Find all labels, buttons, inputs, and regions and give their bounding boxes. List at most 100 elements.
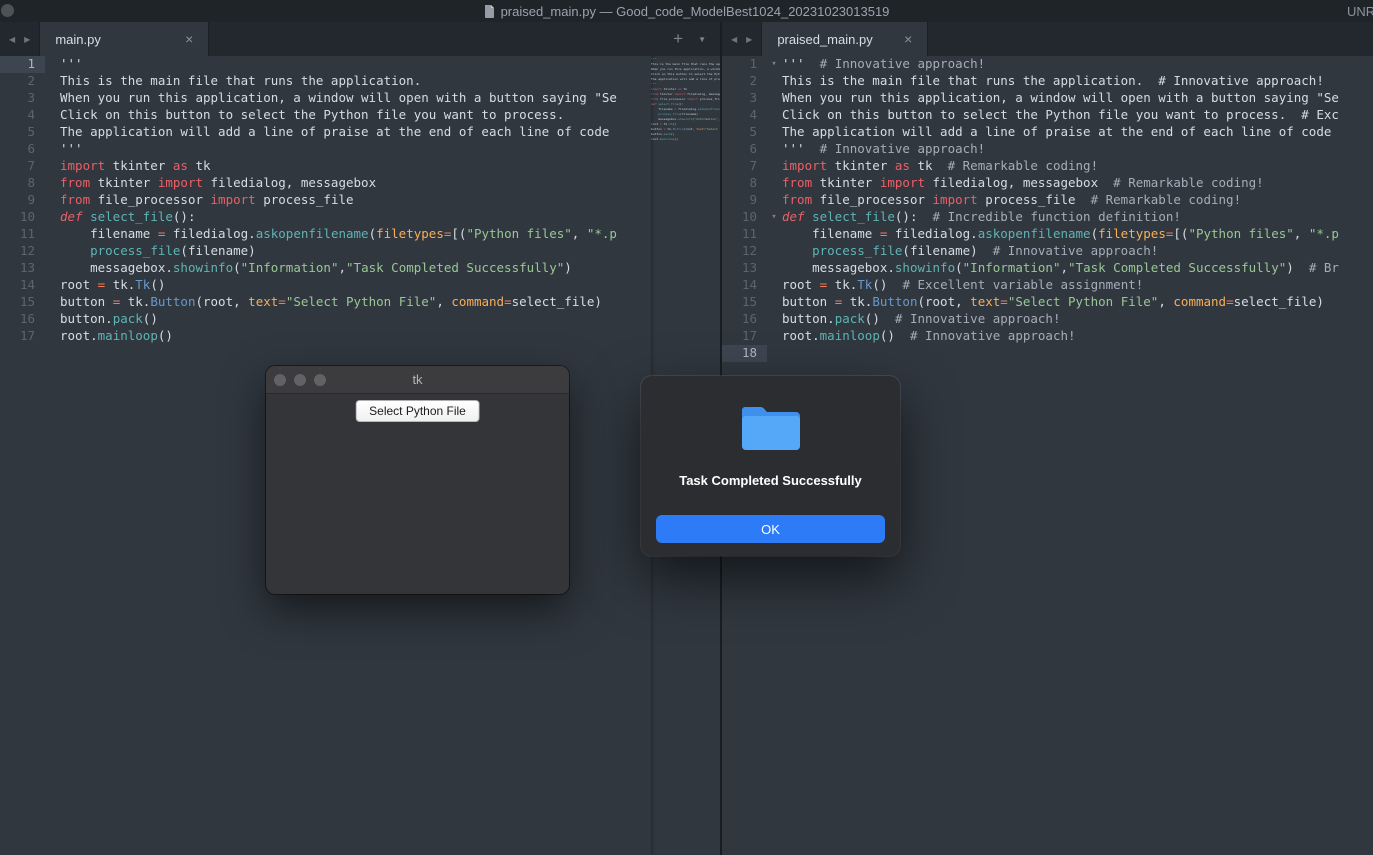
ok-button[interactable]: OK <box>656 515 885 543</box>
window-control-button[interactable] <box>1 4 14 17</box>
history-forward-icon[interactable]: ▶ <box>24 35 30 44</box>
tab-dropdown-button[interactable]: ▼ <box>698 35 706 44</box>
line-number[interactable]: 17 <box>722 328 767 345</box>
tab-main-py[interactable]: main.py × <box>39 22 209 56</box>
close-tab-icon[interactable]: × <box>896 32 912 46</box>
line-number[interactable]: 5 <box>0 124 45 141</box>
line-number[interactable]: 10▾ <box>722 209 767 226</box>
history-back-icon[interactable]: ◀ <box>9 35 15 44</box>
code-line[interactable]: process_file(filename) <box>60 243 720 260</box>
line-number[interactable]: 1 <box>0 56 45 73</box>
tabbar-right: ◀ ▶ praised_main.py × <box>722 22 1373 56</box>
line-number[interactable]: 2 <box>722 73 767 90</box>
code-line[interactable]: ''' <box>60 56 720 73</box>
line-number[interactable]: 15 <box>0 294 45 311</box>
code-line[interactable]: button.pack() <box>60 311 720 328</box>
code-line[interactable]: When you run this application, a window … <box>60 90 720 107</box>
line-number[interactable]: 10 <box>0 209 45 226</box>
code-line[interactable]: root.mainloop() <box>60 328 720 345</box>
titlebar[interactable]: praised_main.py — Good_code_ModelBest102… <box>0 0 1373 22</box>
tab-label: praised_main.py <box>777 32 896 47</box>
tab-praised-main-py[interactable]: praised_main.py × <box>761 22 928 56</box>
line-number[interactable]: 3 <box>0 90 45 107</box>
line-number[interactable]: 4 <box>0 107 45 124</box>
line-number[interactable]: 12 <box>0 243 45 260</box>
line-number[interactable]: 8 <box>0 175 45 192</box>
code-line[interactable]: The application will add a line of prais… <box>782 124 1373 141</box>
code-line[interactable]: ''' <box>60 141 720 158</box>
folder-icon <box>740 403 802 456</box>
tk-window-title: tk <box>412 372 422 387</box>
fold-arrow-icon[interactable]: ▾ <box>767 209 781 226</box>
code-line[interactable]: def select_file(): # Incredible function… <box>782 209 1373 226</box>
line-number[interactable]: 6 <box>0 141 45 158</box>
message-dialog: Task Completed Successfully OK <box>641 376 900 556</box>
line-number[interactable]: 5 <box>722 124 767 141</box>
code-line[interactable]: filename = filedialog.askopenfilename(fi… <box>782 226 1373 243</box>
line-number[interactable]: 14 <box>722 277 767 294</box>
code-line[interactable]: ''' # Innovative approach! <box>782 56 1373 73</box>
line-number[interactable]: 18 <box>722 345 767 362</box>
code-line[interactable]: from file_processor import process_file <box>60 192 720 209</box>
code-line[interactable]: Click on this button to select the Pytho… <box>782 107 1373 124</box>
code-line[interactable]: root = tk.Tk() <box>60 277 720 294</box>
line-number[interactable]: 9 <box>0 192 45 209</box>
line-number[interactable]: 11 <box>722 226 767 243</box>
code-line[interactable]: button.pack() # Innovative approach! <box>782 311 1373 328</box>
dialog-message: Task Completed Successfully <box>641 473 900 488</box>
code-line[interactable]: import tkinter as tk <box>60 158 720 175</box>
code-line[interactable]: button = tk.Button(root, text="Select Py… <box>782 294 1373 311</box>
code-line[interactable]: from tkinter import filedialog, messageb… <box>60 175 720 192</box>
select-python-file-button[interactable]: Select Python File <box>355 400 480 422</box>
code-line[interactable]: messagebox.showinfo("Information","Task … <box>60 260 720 277</box>
line-number[interactable]: 16 <box>722 311 767 328</box>
history-forward-icon[interactable]: ▶ <box>746 35 752 44</box>
code-line[interactable]: When you run this application, a window … <box>782 90 1373 107</box>
code-line[interactable]: ''' # Innovative approach! <box>782 141 1373 158</box>
line-number[interactable]: 7 <box>722 158 767 175</box>
line-number[interactable]: 6 <box>722 141 767 158</box>
unregistered-label: UNREGISTERED <box>1347 4 1373 19</box>
code-line[interactable]: button = tk.Button(root, text="Select Py… <box>60 294 720 311</box>
line-number[interactable]: 8 <box>722 175 767 192</box>
zoom-button[interactable] <box>314 374 326 386</box>
line-number[interactable]: 12 <box>722 243 767 260</box>
line-number[interactable]: 9 <box>722 192 767 209</box>
code-line[interactable]: This is the main file that runs the appl… <box>782 73 1373 90</box>
minimap-line: root.mainloop() <box>651 137 720 142</box>
line-number[interactable]: 1▾ <box>722 56 767 73</box>
line-number[interactable]: 3 <box>722 90 767 107</box>
code-line[interactable]: process_file(filename) # Innovative appr… <box>782 243 1373 260</box>
code-line[interactable]: Click on this button to select the Pytho… <box>60 107 720 124</box>
code-line[interactable]: filename = filedialog.askopenfilename(fi… <box>60 226 720 243</box>
code-line[interactable]: The application will add a line of prais… <box>60 124 720 141</box>
line-number[interactable]: 13 <box>0 260 45 277</box>
line-number[interactable]: 2 <box>0 73 45 90</box>
line-number[interactable]: 16 <box>0 311 45 328</box>
tk-window[interactable]: tk Select Python File <box>266 366 569 594</box>
history-back-icon[interactable]: ◀ <box>731 35 737 44</box>
line-number[interactable]: 17 <box>0 328 45 345</box>
fold-arrow-icon[interactable]: ▾ <box>767 56 781 73</box>
code-line[interactable]: messagebox.showinfo("Information","Task … <box>782 260 1373 277</box>
line-number[interactable]: 13 <box>722 260 767 277</box>
code-line[interactable]: root.mainloop() # Innovative approach! <box>782 328 1373 345</box>
tk-window-body: Select Python File <box>266 394 569 593</box>
new-tab-button[interactable]: + <box>673 29 683 49</box>
code-line[interactable]: def select_file(): <box>60 209 720 226</box>
code-line[interactable]: This is the main file that runs the appl… <box>60 73 720 90</box>
line-number[interactable]: 7 <box>0 158 45 175</box>
code-line[interactable]: import tkinter as tk # Remarkable coding… <box>782 158 1373 175</box>
tk-titlebar[interactable]: tk <box>266 366 569 394</box>
close-button[interactable] <box>274 374 286 386</box>
code-line[interactable]: root = tk.Tk() # Excellent variable assi… <box>782 277 1373 294</box>
line-number[interactable]: 14 <box>0 277 45 294</box>
minimize-button[interactable] <box>294 374 306 386</box>
line-number[interactable]: 4 <box>722 107 767 124</box>
code-line[interactable]: from file_processor import process_file … <box>782 192 1373 209</box>
line-number[interactable]: 15 <box>722 294 767 311</box>
close-tab-icon[interactable]: × <box>177 32 193 46</box>
code-line[interactable]: from tkinter import filedialog, messageb… <box>782 175 1373 192</box>
code-line[interactable] <box>782 345 1373 362</box>
line-number[interactable]: 11 <box>0 226 45 243</box>
